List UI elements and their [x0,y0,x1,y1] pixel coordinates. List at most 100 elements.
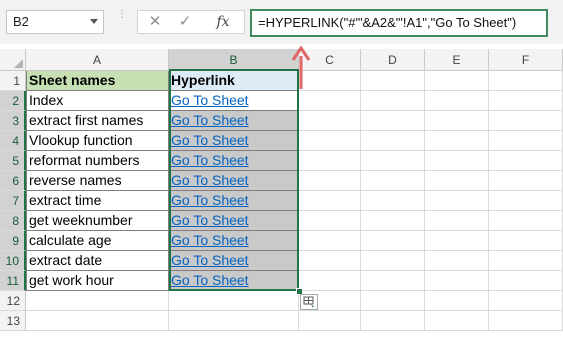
row-header-13[interactable]: 13 [0,311,26,331]
empty-cell[interactable] [299,91,361,111]
select-all-corner[interactable] [0,49,26,71]
empty-cell[interactable] [361,291,425,311]
empty-cell[interactable] [361,231,425,251]
quick-analysis-icon[interactable] [300,294,318,310]
empty-cell[interactable] [361,251,425,271]
column-header-f[interactable]: F [489,49,563,71]
empty-cell[interactable] [299,191,361,211]
chevron-down-icon[interactable] [90,19,98,24]
empty-cell[interactable] [425,291,489,311]
sheet-name-cell[interactable]: reformat numbers [26,151,169,171]
empty-cell[interactable] [489,251,563,271]
empty-cell[interactable] [299,131,361,151]
empty-cell[interactable] [425,311,489,331]
hyperlink-cell[interactable]: Go To Sheet [169,211,299,231]
sheet-name-cell[interactable]: calculate age [26,231,169,251]
empty-cell[interactable] [489,111,563,131]
empty-cell[interactable] [425,231,489,251]
empty-cell[interactable] [299,311,361,331]
empty-cell[interactable] [26,291,169,311]
row-header-4[interactable]: 4 [0,131,26,151]
empty-cell[interactable] [425,251,489,271]
empty-cell[interactable] [361,211,425,231]
empty-cell[interactable] [489,291,563,311]
name-box[interactable]: B2 [6,10,104,34]
hyperlink-cell[interactable]: Go To Sheet [169,231,299,251]
formula-input[interactable]: =HYPERLINK("#'"&A2&"'!A1","Go To Sheet") [250,9,548,37]
empty-cell[interactable] [361,191,425,211]
row-header-7[interactable]: 7 [0,191,26,211]
empty-cell[interactable] [425,171,489,191]
hyperlink-cell[interactable]: Go To Sheet [169,271,299,291]
hyperlink-cell[interactable]: Go To Sheet [169,171,299,191]
row-header-12[interactable]: 12 [0,291,26,311]
empty-cell[interactable] [425,131,489,151]
empty-cell[interactable] [299,171,361,191]
column-header-b[interactable]: B [169,49,299,71]
row-header-2[interactable]: 2 [0,91,26,111]
sheet-name-cell[interactable]: extract time [26,191,169,211]
empty-cell[interactable] [361,131,425,151]
empty-cell[interactable] [361,111,425,131]
empty-cell[interactable] [361,271,425,291]
hyperlink-cell[interactable]: Go To Sheet [169,151,299,171]
empty-cell[interactable] [169,311,299,331]
sheet-name-cell[interactable]: extract first names [26,111,169,131]
empty-cell[interactable] [361,311,425,331]
hyperlink-cell[interactable]: Go To Sheet [169,131,299,151]
column-header-a[interactable]: A [26,49,169,71]
sheet-name-cell[interactable]: get weeknumber [26,211,169,231]
row-header-9[interactable]: 9 [0,231,26,251]
empty-cell[interactable] [299,251,361,271]
empty-cell[interactable] [489,231,563,251]
hyperlink-cell[interactable]: Go To Sheet [169,191,299,211]
empty-cell[interactable] [299,211,361,231]
empty-cell[interactable] [489,91,563,111]
empty-cell[interactable] [489,311,563,331]
empty-cell[interactable] [489,271,563,291]
empty-cell[interactable] [299,271,361,291]
empty-cell[interactable] [425,71,489,91]
empty-cell[interactable] [425,91,489,111]
empty-cell[interactable] [489,131,563,151]
empty-cell[interactable] [361,151,425,171]
row-header-1[interactable]: 1 [0,71,26,91]
empty-cell[interactable] [489,151,563,171]
empty-cell[interactable] [489,171,563,191]
sheet-name-cell[interactable]: extract date [26,251,169,271]
hyperlink-cell[interactable]: Go To Sheet [169,111,299,131]
sheet-name-cell[interactable]: Vlookup function [26,131,169,151]
column-header-d[interactable]: D [361,49,425,71]
empty-cell[interactable] [361,91,425,111]
empty-cell[interactable] [425,111,489,131]
empty-cell[interactable] [489,191,563,211]
enter-icon[interactable]: ✓ [172,11,198,33]
row-header-3[interactable]: 3 [0,111,26,131]
header-sheet-names[interactable]: Sheet names [26,71,169,91]
empty-cell[interactable] [425,151,489,171]
empty-cell[interactable] [299,231,361,251]
insert-function-icon[interactable]: fx [210,11,236,33]
sheet-name-cell[interactable]: Index [26,91,169,111]
sheet-name-cell[interactable]: get work hour [26,271,169,291]
empty-cell[interactable] [26,311,169,331]
empty-cell[interactable] [361,71,425,91]
hyperlink-cell[interactable]: Go To Sheet [169,251,299,271]
empty-cell[interactable] [361,171,425,191]
row-header-5[interactable]: 5 [0,151,26,171]
column-header-e[interactable]: E [425,49,489,71]
empty-cell[interactable] [489,211,563,231]
row-header-6[interactable]: 6 [0,171,26,191]
empty-cell[interactable] [299,111,361,131]
row-header-10[interactable]: 10 [0,251,26,271]
empty-cell[interactable] [425,271,489,291]
hyperlink-cell[interactable]: Go To Sheet [169,91,299,111]
row-header-8[interactable]: 8 [0,211,26,231]
empty-cell[interactable] [425,211,489,231]
empty-cell[interactable] [169,291,299,311]
empty-cell[interactable] [299,151,361,171]
sheet-name-cell[interactable]: reverse names [26,171,169,191]
empty-cell[interactable] [489,71,563,91]
row-header-11[interactable]: 11 [0,271,26,291]
header-hyperlink[interactable]: Hyperlink [169,71,299,91]
